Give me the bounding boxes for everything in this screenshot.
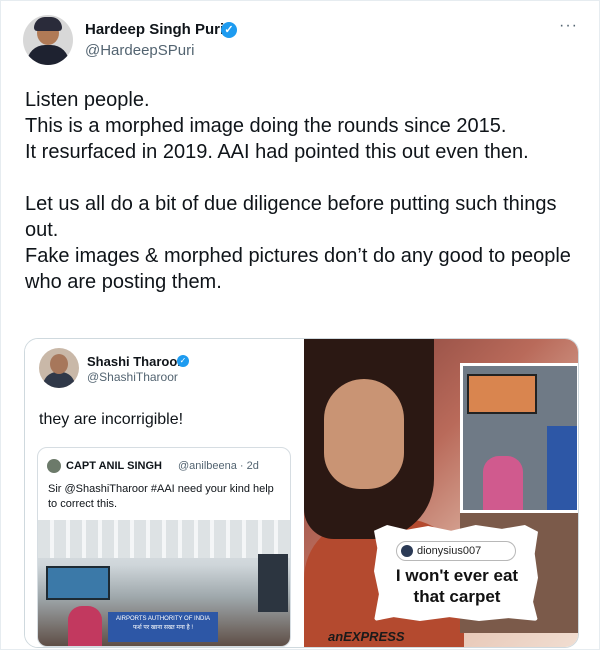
media-left-screenshot: Shashi Tharoor ✓ @ShashiTharoor they are…	[25, 339, 303, 647]
tweet-line: This is a morphed image doing the rounds…	[25, 115, 507, 137]
author-name[interactable]: Hardeep Singh Puri	[85, 21, 224, 38]
user-icon	[401, 545, 413, 557]
airport-photo: AIRPORTS AUTHORITY OF INDIA फर्श पर खाना…	[38, 520, 290, 646]
media-right-photo: dionysius007 I won't ever eat that carpe…	[304, 339, 578, 647]
quip-text: I won't ever eat that carpet	[395, 566, 519, 606]
airport-sign-line1: AIRPORTS AUTHORITY OF INDIA	[115, 616, 211, 622]
username-pill: dionysius007	[396, 541, 516, 561]
airport-sign: AIRPORTS AUTHORITY OF INDIA फर्श पर खाना…	[108, 612, 218, 642]
tweet-card: Hardeep Singh Puri ✓ @HardeepSPuri ··· L…	[0, 0, 600, 650]
verified-badge-icon: ✓	[177, 355, 189, 367]
screenshot-author-handle: @ShashiTharoor	[87, 370, 178, 384]
quoted-tweet-text: Sir @ShashiTharoor #AAI need your kind h…	[48, 483, 274, 510]
quoted-author-handle: @anilbeena · 2d	[178, 460, 259, 472]
quoted-author-name: CAPT ANIL SINGH	[66, 460, 162, 472]
tweet-line: It resurfaced in 2019. AAI had pointed t…	[25, 141, 529, 163]
tweet-line: Listen people.	[25, 89, 150, 111]
screenshot-author-name: Shashi Tharoor	[87, 354, 183, 369]
inset-airport-photo	[460, 363, 578, 513]
verified-badge-icon: ✓	[221, 22, 237, 38]
author-handle[interactable]: @HardeepSPuri	[85, 42, 194, 59]
screenshot-avatar	[39, 348, 79, 388]
tweet-text: Listen people. This is a morphed image d…	[25, 87, 585, 295]
author-avatar[interactable]	[23, 15, 73, 65]
quoted-tweet: CAPT ANIL SINGH @anilbeena · 2d Sir @Sha…	[37, 447, 291, 647]
more-options-icon[interactable]: ···	[559, 17, 578, 35]
tweet-media[interactable]: Shashi Tharoor ✓ @ShashiTharoor they are…	[24, 338, 579, 648]
brand-watermark: anEXPRESS	[328, 629, 405, 644]
airport-sign-line2: फर्श पर खाना सख्त मना है !	[132, 625, 194, 631]
quoted-avatar	[47, 459, 61, 473]
tweet-line: Fake images & morphed pictures don’t do …	[25, 245, 571, 293]
tweet-line: Let us all do a bit of due diligence bef…	[25, 193, 557, 241]
screenshot-tweet-text: they are incorrigible!	[39, 411, 184, 428]
